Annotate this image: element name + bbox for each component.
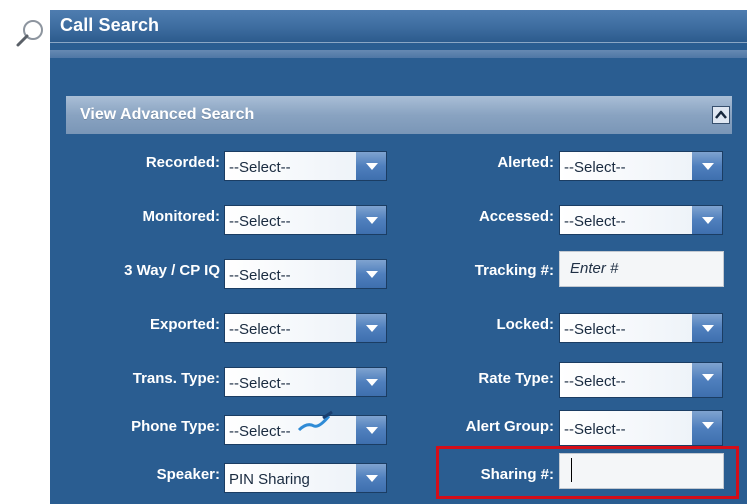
chevron-down-icon — [692, 206, 722, 234]
recorded-value: --Select-- — [229, 159, 291, 176]
accessed-label: Accessed: — [478, 208, 554, 225]
rate-type-select[interactable]: --Select-- — [559, 362, 723, 398]
chevron-down-icon — [356, 416, 386, 444]
phone-type-label: Phone Type: — [131, 418, 220, 435]
alerted-value: --Select-- — [564, 159, 626, 176]
locked-value: --Select-- — [564, 321, 626, 338]
recorded-label: Recorded: — [145, 154, 220, 171]
alerted-select[interactable]: --Select-- — [559, 151, 723, 181]
alerted-label: Alerted: — [497, 154, 554, 171]
alert-group-select[interactable]: --Select-- — [559, 410, 723, 446]
trans-type-value: --Select-- — [229, 375, 291, 392]
chevron-down-icon — [356, 464, 386, 492]
call-search-icon — [6, 14, 50, 50]
pen-icon — [297, 410, 333, 432]
accessed-select[interactable]: --Select-- — [559, 205, 723, 235]
rate-type-value: --Select-- — [564, 373, 626, 390]
exported-select[interactable]: --Select-- — [224, 313, 387, 343]
monitored-label: Monitored: — [142, 208, 220, 225]
accessed-value: --Select-- — [564, 213, 626, 230]
trans-type-select[interactable]: --Select-- — [224, 367, 387, 397]
chevron-down-icon — [692, 314, 722, 342]
speaker-value: PIN Sharing — [229, 471, 310, 488]
three-way-label: 3 Way / CP IQ — [124, 262, 220, 279]
chevron-down-icon — [356, 314, 386, 342]
title-bar-stripe — [50, 50, 747, 58]
speaker-select[interactable]: PIN Sharing — [224, 463, 387, 493]
monitored-select[interactable]: --Select-- — [224, 205, 387, 235]
rate-type-label: Rate Type: — [478, 370, 554, 387]
chevron-down-icon — [692, 363, 722, 397]
phone-type-value: --Select-- — [229, 423, 291, 440]
collapse-button[interactable] — [712, 106, 730, 124]
title-bar: Call Search — [50, 10, 747, 58]
chevron-down-icon — [356, 152, 386, 180]
tracking-placeholder: Enter # — [570, 260, 619, 277]
alert-group-value: --Select-- — [564, 421, 626, 438]
three-way-value: --Select-- — [229, 267, 291, 284]
monitored-value: --Select-- — [229, 213, 291, 230]
advanced-search-header[interactable]: View Advanced Search — [66, 96, 732, 134]
chevron-down-icon — [692, 411, 722, 445]
trans-type-label: Trans. Type: — [132, 370, 220, 387]
speaker-label: Speaker: — [156, 466, 220, 483]
chevron-down-icon — [356, 206, 386, 234]
chevron-up-icon — [715, 110, 727, 119]
three-way-select[interactable]: --Select-- — [224, 259, 387, 289]
tracking-label: Tracking #: — [474, 262, 554, 279]
locked-select[interactable]: --Select-- — [559, 313, 723, 343]
alert-group-label: Alert Group: — [465, 418, 554, 435]
advanced-search-title: View Advanced Search — [80, 106, 255, 123]
chevron-down-icon — [356, 260, 386, 288]
exported-value: --Select-- — [229, 321, 291, 338]
locked-label: Locked: — [496, 316, 554, 333]
exported-label: Exported: — [149, 316, 220, 333]
page-title: Call Search — [60, 15, 160, 35]
chevron-down-icon — [356, 368, 386, 396]
tracking-number-input[interactable]: Enter # — [559, 251, 724, 287]
chevron-down-icon — [692, 152, 722, 180]
recorded-select[interactable]: --Select-- — [224, 151, 387, 181]
sharing-highlight-box — [436, 446, 739, 499]
